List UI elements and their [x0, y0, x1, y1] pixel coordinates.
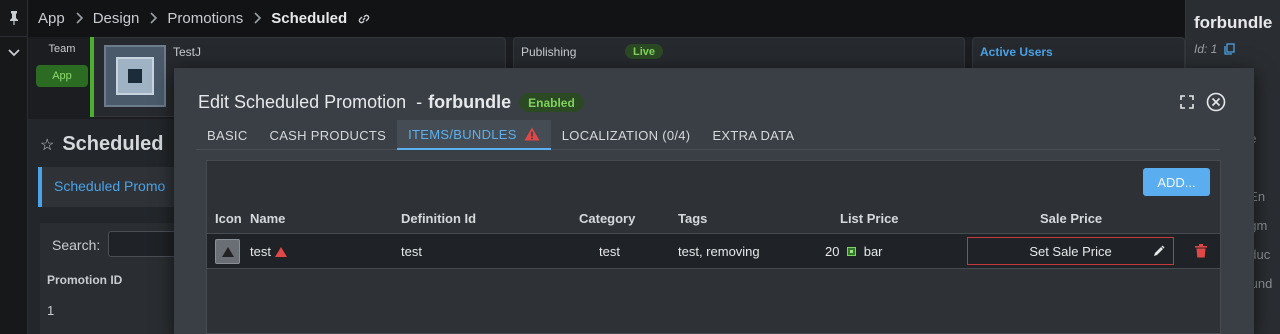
- add-button[interactable]: ADD...: [1143, 168, 1210, 196]
- tab-items-bundles[interactable]: ITEMS/BUNDLES: [397, 120, 551, 150]
- column-header-tags[interactable]: Tags: [678, 211, 707, 226]
- page-title: ☆ Scheduled: [40, 133, 163, 156]
- item-name: test: [250, 244, 271, 259]
- cell-name: test: [250, 244, 287, 259]
- pencil-icon[interactable]: [1153, 245, 1165, 257]
- column-header-name[interactable]: Name: [250, 211, 285, 226]
- list-price-currency: bar: [863, 244, 883, 259]
- chevron-right-icon: [253, 11, 262, 27]
- dialog-title: Edit Scheduled Promotion - forbundle Ena…: [198, 92, 584, 113]
- dialog-title-prefix: Edit Scheduled Promotion: [198, 92, 407, 112]
- column-header-icon: Icon: [215, 211, 242, 226]
- copy-icon[interactable]: [1224, 43, 1235, 58]
- tab-localization[interactable]: LOCALIZATION (0/4): [551, 120, 702, 150]
- column-header-sale-price: Sale Price: [1040, 211, 1103, 226]
- dialog-title-name: forbundle: [428, 92, 512, 112]
- cell-list-price: 20 bar: [825, 244, 883, 260]
- pin-icon[interactable]: [7, 10, 21, 26]
- warning-icon: [274, 245, 287, 257]
- page-title-text: Scheduled: [62, 133, 164, 155]
- sale-price-field[interactable]: Set Sale Price: [967, 237, 1174, 265]
- star-icon[interactable]: ☆: [40, 137, 54, 154]
- items-bundles-panel: ADD... Icon Name Definition Id Category …: [206, 160, 1221, 334]
- currency-chip-icon: [846, 245, 857, 260]
- scheduled-page: ☆ Scheduled Scheduled Promo Search: Promo…: [28, 119, 178, 334]
- chevron-right-icon: [149, 11, 158, 27]
- tab-scheduled-promotions[interactable]: Scheduled Promo: [38, 167, 174, 207]
- dialog-title-dash: -: [416, 92, 423, 112]
- panel-id: Id: 1: [1194, 42, 1235, 58]
- table-row[interactable]: test test test test, removing 20 bar Set…: [207, 233, 1220, 269]
- search-label: Search:: [52, 237, 101, 253]
- search-input[interactable]: [108, 231, 178, 257]
- breadcrumb: App Design Promotions Scheduled: [28, 0, 1185, 37]
- warning-icon: [524, 127, 540, 141]
- team-label: Team: [48, 43, 76, 55]
- tab-basic[interactable]: BASIC: [196, 120, 259, 150]
- table-row[interactable]: 1: [47, 303, 54, 318]
- cell-definition-id: test: [401, 244, 422, 259]
- panel-title: forbundle: [1194, 13, 1273, 32]
- search-area: Search: Promotion ID 1 3: [40, 223, 178, 334]
- left-rail: [0, 0, 28, 334]
- card-accent: [90, 37, 94, 117]
- sale-price-placeholder: Set Sale Price: [1029, 243, 1112, 259]
- trash-icon[interactable]: [1195, 244, 1207, 258]
- close-icon[interactable]: [1206, 92, 1226, 112]
- app-pill[interactable]: App: [36, 65, 88, 87]
- chevron-down-icon[interactable]: [7, 46, 21, 58]
- tab-items-bundles-label: ITEMS/BUNDLES: [408, 126, 517, 142]
- link-icon[interactable]: [357, 12, 371, 26]
- column-header-list-price[interactable]: List Price: [840, 211, 899, 226]
- rail-divider: [0, 36, 28, 37]
- table-header: Icon Name Definition Id Category Tags Li…: [207, 209, 1220, 233]
- publishing-label: Publishing: [521, 45, 577, 59]
- panel-id-label: Id: 1: [1194, 42, 1218, 56]
- edit-promotion-dialog: Edit Scheduled Promotion - forbundle Ena…: [174, 68, 1254, 334]
- breadcrumb-promotions[interactable]: Promotions: [167, 10, 243, 27]
- tab-cash-products[interactable]: CASH PRODUCTS: [259, 120, 398, 150]
- list-price-amount: 20: [825, 244, 840, 259]
- chip-image: [104, 45, 166, 107]
- column-header-promotion-id[interactable]: Promotion ID: [47, 273, 122, 287]
- live-badge: Live: [625, 44, 664, 59]
- column-header-definition-id[interactable]: Definition Id: [401, 211, 476, 226]
- active-users-link[interactable]: Active Users: [980, 45, 1053, 59]
- breadcrumb-scheduled: Scheduled: [271, 10, 348, 27]
- cell-tags: test, removing: [678, 244, 760, 259]
- card-title: TestJ: [173, 45, 202, 59]
- status-badge: Enabled: [519, 93, 584, 112]
- tab-extra-data[interactable]: EXTRA DATA: [701, 120, 805, 150]
- dialog-tabs: BASIC CASH PRODUCTS ITEMS/BUNDLES LOCALI…: [196, 120, 1220, 150]
- column-header-category[interactable]: Category: [579, 211, 635, 226]
- breadcrumb-design[interactable]: Design: [93, 10, 140, 27]
- item-icon: [215, 239, 240, 264]
- breadcrumb-app[interactable]: App: [38, 10, 65, 27]
- chevron-right-icon: [75, 11, 83, 27]
- cell-category: test: [599, 244, 620, 259]
- expand-icon[interactable]: [1180, 95, 1194, 109]
